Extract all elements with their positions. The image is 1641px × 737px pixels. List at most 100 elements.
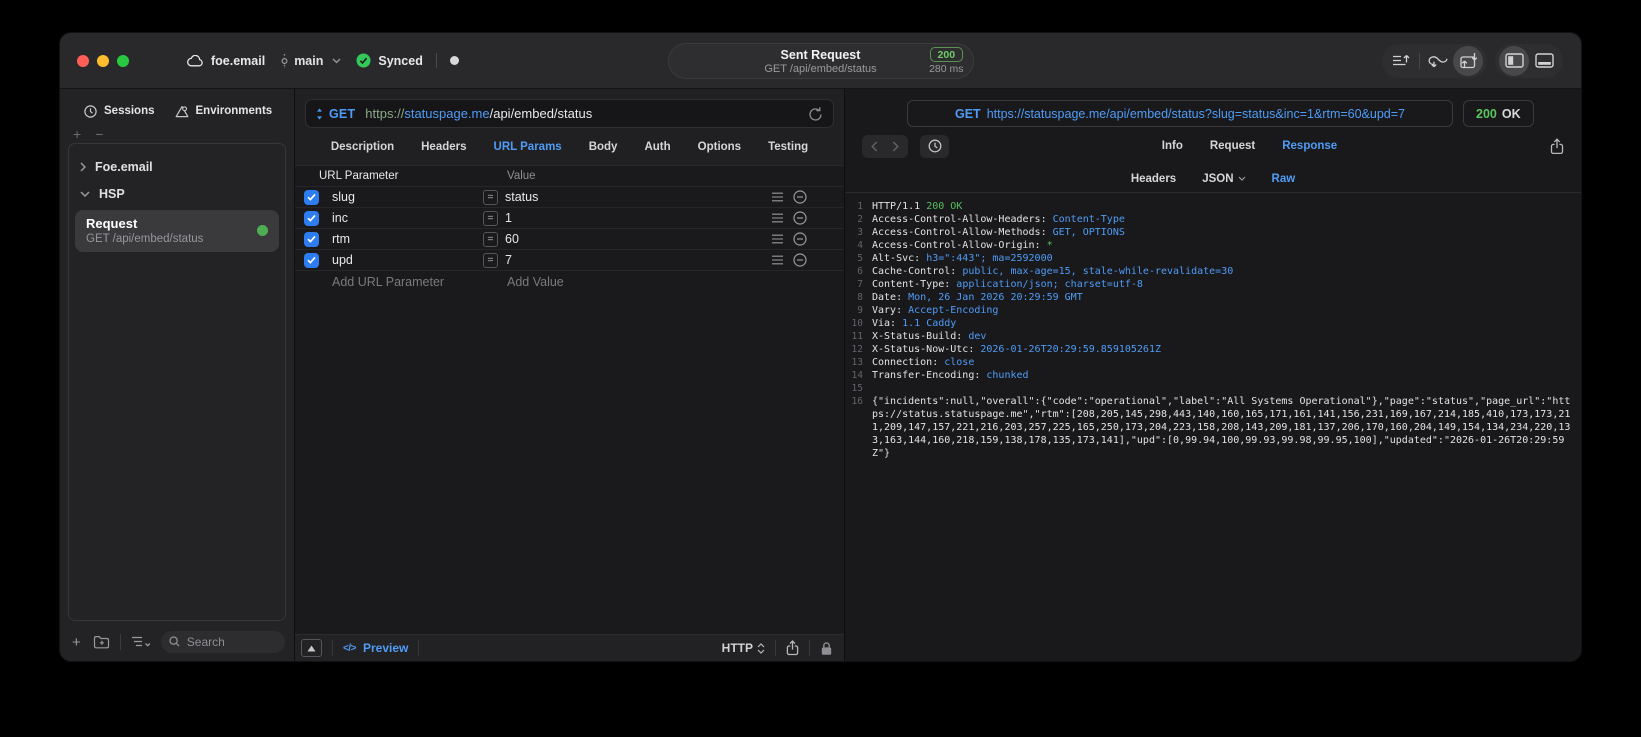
- row-options-icon[interactable]: [771, 213, 784, 223]
- subtab-headers[interactable]: Headers: [1131, 173, 1176, 185]
- add-param-placeholder[interactable]: Add URL Parameter: [332, 275, 444, 289]
- remove-param-button[interactable]: [793, 211, 807, 225]
- add-param-row[interactable]: Add URL Parameter Add Value: [295, 271, 844, 292]
- param-value[interactable]: status: [505, 190, 538, 204]
- document-edited-dot: [449, 56, 459, 65]
- tree-group-hsp[interactable]: HSP: [69, 180, 285, 207]
- request-item-title: Request: [86, 216, 138, 231]
- tab-request[interactable]: Request: [1210, 140, 1255, 152]
- sort-export-button[interactable]: [1386, 46, 1416, 76]
- tab-auth[interactable]: Auth: [644, 141, 670, 153]
- line-number: 10: [851, 318, 863, 329]
- footer-divider: [332, 640, 333, 656]
- subtab-raw[interactable]: Raw: [1272, 173, 1296, 185]
- remove-param-button[interactable]: [793, 253, 807, 267]
- method-stepper-icon[interactable]: [316, 108, 323, 120]
- tree-group-foe-email[interactable]: Foe.email: [69, 153, 285, 180]
- param-row-slug[interactable]: slug = status: [295, 187, 844, 208]
- add-item-button[interactable]: +: [73, 127, 81, 141]
- minimize-window-button[interactable]: [97, 54, 109, 67]
- lock-icon[interactable]: [820, 641, 833, 656]
- response-status-code: 200: [1476, 106, 1497, 121]
- resend-request-button[interactable]: [808, 106, 823, 122]
- sidebar: Sessions Environments + − Foe.email HSP: [60, 89, 295, 661]
- new-folder-button[interactable]: [93, 635, 110, 649]
- row-options-icon[interactable]: [771, 192, 784, 202]
- sent-url-display[interactable]: GET https://statuspage.me/api/embed/stat…: [907, 100, 1453, 127]
- line-number: 4: [857, 240, 863, 251]
- param-checkbox[interactable]: [304, 231, 319, 247]
- tab-sessions[interactable]: Sessions: [84, 104, 155, 118]
- tab-testing[interactable]: Testing: [768, 141, 808, 153]
- param-name[interactable]: rtm: [332, 232, 350, 246]
- share-icon[interactable]: [786, 640, 799, 656]
- request-tabs: Description Headers URL Params Body Auth…: [295, 128, 844, 166]
- param-checkbox[interactable]: [304, 210, 319, 226]
- param-row-inc[interactable]: inc = 1: [295, 208, 844, 229]
- remove-param-button[interactable]: [793, 190, 807, 204]
- remove-item-button[interactable]: −: [95, 127, 103, 141]
- row-options-icon[interactable]: [771, 255, 784, 265]
- request-url-bar[interactable]: GET https://statuspage.me/api/embed/stat…: [305, 99, 834, 128]
- url-params-table: URL Parameter Value slug = status inc = 1: [295, 166, 844, 634]
- code-line: 9 Vary: Accept-Encoding: [845, 304, 1581, 317]
- response-toolbar: Info Request Response: [845, 127, 1581, 165]
- param-row-upd[interactable]: upd = 7: [295, 250, 844, 271]
- tab-body[interactable]: Body: [589, 141, 618, 153]
- response-raw-body[interactable]: 1 HTTP/1.1 200 OK 2 Access-Control-Allow-He…: [845, 193, 1581, 661]
- param-name[interactable]: slug: [332, 190, 355, 204]
- param-row-rtm[interactable]: rtm = 60: [295, 229, 844, 250]
- param-name[interactable]: inc: [332, 211, 348, 225]
- tab-response[interactable]: Response: [1282, 140, 1337, 152]
- chevron-right-icon: [80, 161, 86, 172]
- code-line: 1 HTTP/1.1 200 OK: [845, 200, 1581, 213]
- sync-pull-button[interactable]: [1423, 46, 1453, 76]
- preview-button[interactable]: </> Preview: [343, 641, 408, 655]
- response-method: GET: [954, 106, 981, 121]
- param-checkbox[interactable]: [304, 189, 319, 205]
- fullscreen-window-button[interactable]: [117, 54, 129, 67]
- toggle-sidebar-button[interactable]: [1499, 45, 1529, 76]
- param-value[interactable]: 7: [505, 253, 512, 267]
- subtab-json[interactable]: JSON: [1202, 173, 1245, 185]
- forward-button[interactable]: [885, 136, 906, 157]
- response-tabs: Info Request Response: [1162, 140, 1337, 152]
- close-window-button[interactable]: [77, 54, 89, 67]
- history-clock-button[interactable]: [920, 134, 949, 158]
- sent-request-pill[interactable]: Sent Request GET /api/embed/status 200 2…: [667, 43, 974, 79]
- tab-url-params[interactable]: URL Params: [494, 141, 562, 153]
- sync-status[interactable]: Synced: [356, 53, 423, 68]
- param-value[interactable]: 60: [505, 232, 519, 246]
- request-method[interactable]: GET: [329, 107, 355, 121]
- column-url-parameter: URL Parameter: [319, 170, 399, 182]
- tab-environments[interactable]: Environments: [175, 105, 272, 118]
- tab-options[interactable]: Options: [698, 141, 741, 153]
- param-value[interactable]: 1: [505, 211, 512, 225]
- toggle-bottom-panel-button[interactable]: [1529, 46, 1559, 76]
- code-line: 5 Alt-Svc: h3=":443"; ma=2592000: [845, 252, 1581, 265]
- protocol-selector[interactable]: HTTP: [722, 641, 765, 655]
- tab-headers[interactable]: Headers: [421, 141, 466, 153]
- collapse-panel-button[interactable]: [301, 639, 322, 657]
- branch-name: main: [294, 53, 324, 68]
- import-export-button[interactable]: [1453, 45, 1483, 76]
- remove-param-button[interactable]: [793, 232, 807, 246]
- branch-selector[interactable]: main: [280, 53, 341, 68]
- sent-request-title: Sent Request: [780, 47, 861, 62]
- row-options-icon[interactable]: [771, 234, 784, 244]
- tab-description[interactable]: Description: [331, 141, 394, 153]
- group-by-button[interactable]: [131, 636, 152, 648]
- tab-info[interactable]: Info: [1162, 140, 1183, 152]
- request-list-item-selected[interactable]: Request GET /api/embed/status: [75, 210, 279, 252]
- export-response-icon[interactable]: [1550, 137, 1564, 155]
- branch-icon: [280, 53, 289, 68]
- back-button[interactable]: [864, 136, 885, 157]
- request-url[interactable]: https://statuspage.me/api/embed/status: [361, 106, 592, 121]
- param-name[interactable]: upd: [332, 253, 353, 267]
- param-checkbox[interactable]: [304, 252, 319, 268]
- new-request-button[interactable]: +: [72, 635, 81, 650]
- sync-status-label: Synced: [378, 53, 423, 68]
- project-menu[interactable]: foe.email: [187, 54, 265, 68]
- add-value-placeholder[interactable]: Add Value: [483, 275, 564, 289]
- code-line: 13 Connection: close: [845, 356, 1581, 369]
